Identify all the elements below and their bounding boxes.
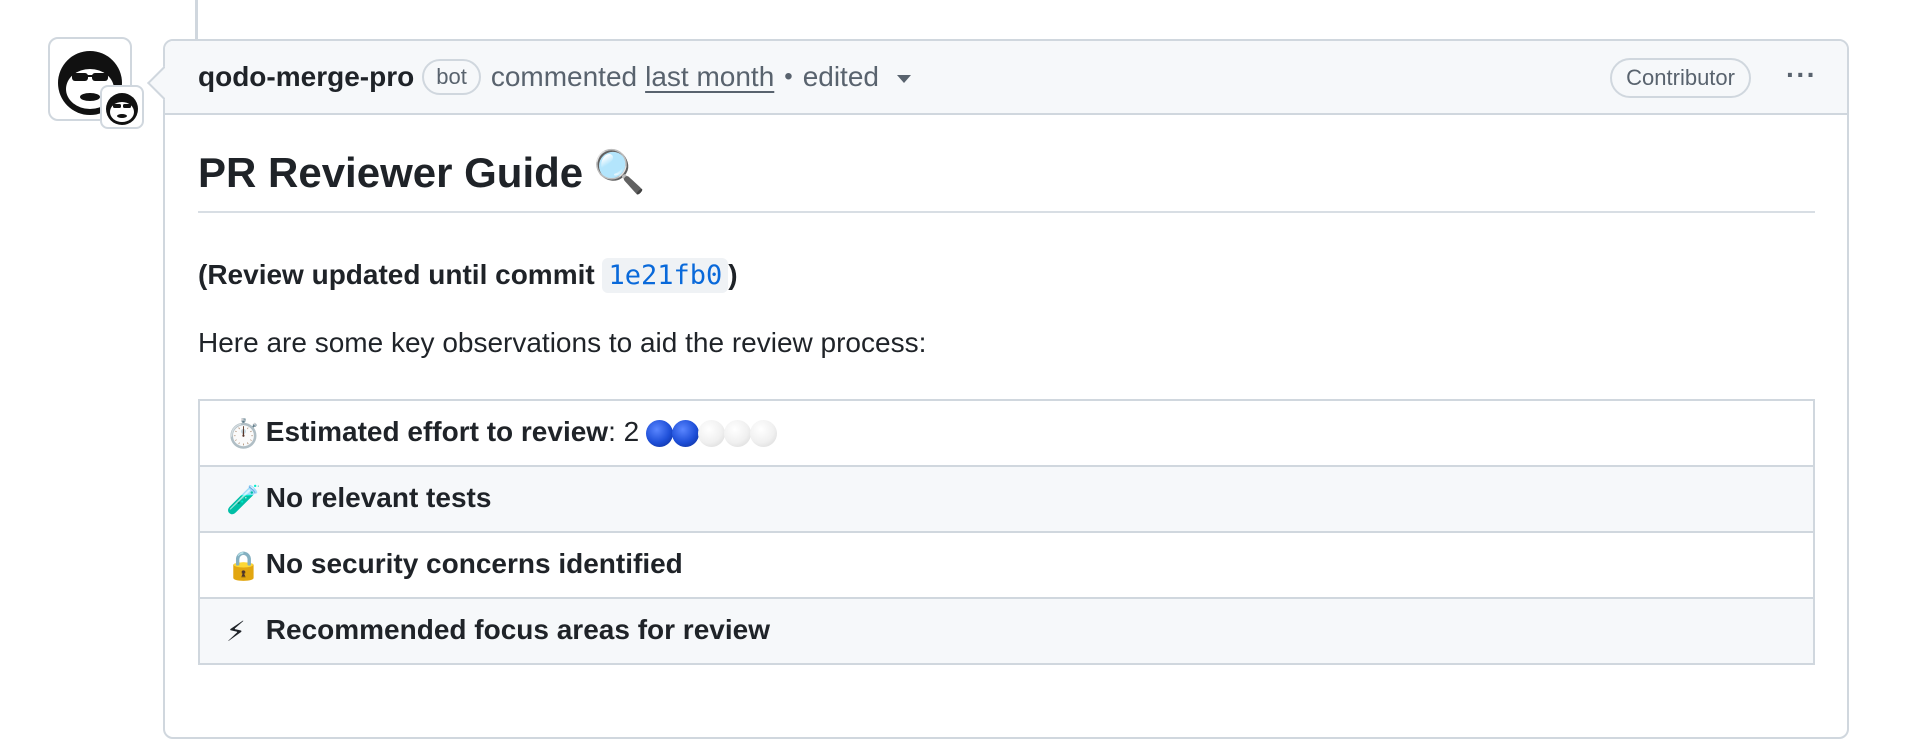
table-cell: 🔒 No security concerns identified — [198, 531, 1815, 599]
table-cell: ⏱️ Estimated effort to review: 2 — [198, 399, 1815, 467]
commit-link[interactable]: 1e21fb0 — [602, 258, 729, 293]
avatar-group[interactable] — [48, 37, 144, 129]
timestamp-link[interactable]: last month — [645, 61, 774, 93]
avatar-small[interactable] — [100, 85, 144, 129]
effort-dot-filled-icon — [646, 420, 674, 448]
comment-body: PR Reviewer Guide 🔍 (Review updated unti… — [165, 148, 1847, 665]
table-row-tests: 🧪 No relevant tests — [198, 465, 1815, 533]
effort-value: : 2 — [608, 415, 640, 447]
table-row-security: 🔒 No security concerns identified — [198, 531, 1815, 599]
effort-dot-empty-icon — [724, 420, 752, 448]
intro-text: Here are some key observations to aid th… — [198, 327, 927, 358]
table-row-effort: ⏱️ Estimated effort to review: 2 — [198, 399, 1815, 467]
review-prefix: (Review updated until commit — [198, 259, 603, 290]
review-table: ⏱️ Estimated effort to review: 2 🧪 No re… — [198, 399, 1815, 665]
lock-icon: 🔒 — [226, 550, 261, 582]
row-label: No security concerns identified — [265, 547, 683, 579]
page-title: PR Reviewer Guide 🔍 — [198, 148, 1815, 213]
lightning-icon: ⚡ — [226, 616, 246, 648]
effort-dot-filled-icon — [672, 420, 700, 448]
review-suffix: ) — [728, 259, 738, 290]
effort-rating — [646, 416, 778, 448]
comment-header: qodo-merge-pro bot commented last month … — [165, 41, 1847, 115]
table-cell: 🧪 No relevant tests — [198, 465, 1815, 533]
edited-dropdown[interactable]: edited — [803, 61, 879, 93]
contributor-badge: Contributor — [1610, 58, 1751, 98]
chevron-down-icon[interactable] — [896, 75, 911, 83]
title-text: PR Reviewer Guide — [198, 148, 584, 196]
author-link[interactable]: qodo-merge-pro — [198, 61, 414, 93]
table-row-focus: ⚡ Recommended focus areas for review — [198, 597, 1815, 665]
effort-dot-empty-icon — [750, 420, 778, 448]
table-cell: ⚡ Recommended focus areas for review — [198, 597, 1815, 665]
review-updated-line: (Review updated until commit 1e21fb0) — [198, 258, 1815, 293]
bot-badge: bot — [422, 59, 481, 95]
separator: • — [784, 63, 793, 90]
comment-box: qodo-merge-pro bot commented last month … — [147, 39, 1849, 739]
test-tube-icon: 🧪 — [226, 484, 261, 516]
row-label: No relevant tests — [265, 481, 492, 513]
bot-avatar-small-icon — [106, 93, 138, 125]
more-options-button[interactable]: ··· — [1786, 59, 1817, 91]
row-label: Recommended focus areas for review — [265, 613, 770, 645]
timeline-line — [195, 0, 198, 40]
effort-dot-empty-icon — [698, 420, 726, 448]
comment-action: commented — [490, 61, 638, 92]
row-label: Estimated effort to review — [265, 415, 609, 447]
magnifier-icon: 🔍 — [593, 148, 646, 195]
stopwatch-icon: ⏱️ — [226, 418, 261, 450]
